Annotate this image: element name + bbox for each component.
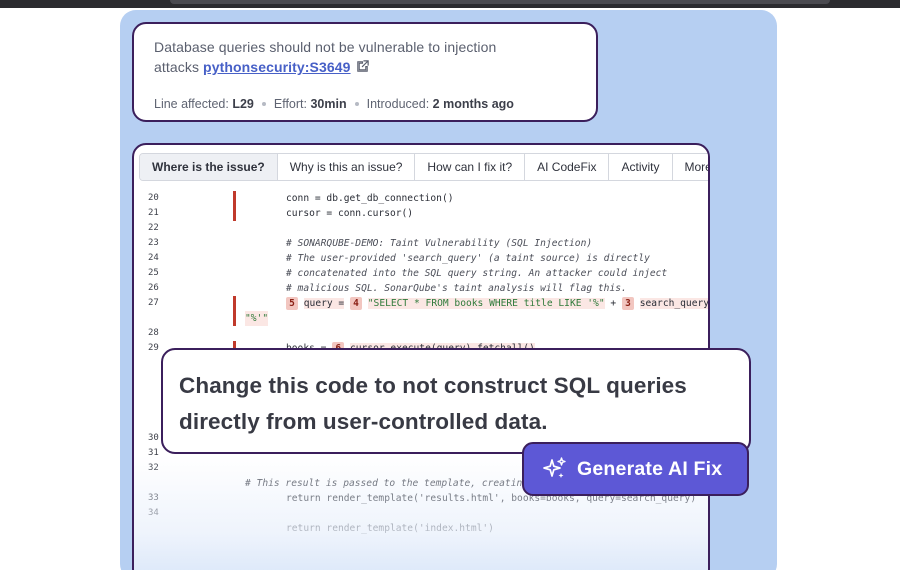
browser-top-bar (0, 0, 900, 8)
line-number: 34 (148, 508, 159, 518)
issue-gutter-marker (233, 311, 236, 326)
sparkle-icon (543, 457, 566, 478)
introduced-value: 2 months ago (432, 97, 514, 111)
issue-message-callout: Change this code to not construct SQL qu… (161, 348, 751, 454)
line-affected-value: L29 (232, 97, 254, 111)
tab-activity[interactable]: Activity (609, 154, 673, 180)
code-line: 28 (134, 326, 708, 341)
code-line: 24 # The user-provided 'search_query' (a… (134, 251, 708, 266)
tab-where-is-the-issue[interactable]: Where is the issue? (140, 154, 278, 180)
flow-step-badge-5[interactable]: 5 (286, 297, 298, 310)
code-comment: # This result is passed to the template,… (245, 478, 552, 489)
issue-title-prefix: attacks (154, 59, 204, 75)
line-number: 21 (148, 208, 159, 218)
code-line: 21 cursor = conn.cursor() (134, 206, 708, 221)
tab-ai-codefix[interactable]: AI CodeFix (525, 154, 610, 180)
line-affected-label: Line affected: (154, 97, 229, 111)
code-string: "%'" (245, 311, 269, 326)
code-string: "SELECT * FROM books WHERE title LIKE '%… (367, 298, 605, 309)
line-number: 27 (148, 298, 159, 308)
line-number: 25 (148, 268, 159, 278)
code-line: 23 # SONARQUBE-DEMO: Taint Vulnerability… (134, 236, 708, 251)
introduced-label: Introduced: (366, 97, 430, 111)
issue-gutter-marker (233, 206, 236, 221)
tab-how-can-i-fix-it[interactable]: How can I fix it? (415, 154, 526, 180)
code-line: 20 conn = db.get_db_connection() (134, 191, 708, 206)
tab-more-info[interactable]: More info (673, 154, 709, 180)
issue-message: Change this code to not construct SQL qu… (179, 368, 733, 440)
tab-why-is-this-an-issue[interactable]: Why is this an issue? (278, 154, 416, 180)
issue-summary-card: Database queries should not be vulnerabl… (132, 22, 598, 122)
issue-message-line1: Change this code to not construct SQL qu… (179, 373, 687, 398)
issue-message-line2: directly from user-controlled data. (179, 409, 548, 434)
line-number: 33 (148, 493, 159, 503)
rule-link[interactable]: pythonsecurity:S3649 (203, 59, 351, 75)
issue-title-line2: attacks pythonsecurity:S3649 (154, 57, 576, 77)
code-line-highlighted: 27 5 query = 4 "SELECT * FROM books WHER… (134, 296, 708, 311)
code-line: 34 (134, 506, 708, 521)
line-number: 24 (148, 253, 159, 263)
issue-gutter-marker (233, 296, 236, 311)
issue-meta: Line affected: L29 Effort: 30min Introdu… (154, 97, 576, 111)
effort-value: 30min (310, 97, 347, 111)
code-text: cursor = conn.cursor() (286, 208, 414, 219)
meta-separator (354, 102, 359, 106)
generate-ai-fix-button[interactable]: Generate AI Fix (522, 442, 749, 496)
line-number: 26 (148, 283, 159, 293)
flow-step-badge-3[interactable]: 3 (621, 297, 634, 310)
external-link-icon[interactable] (355, 59, 370, 74)
browser-top-bar-inner (170, 0, 830, 4)
line-number: 23 (148, 238, 159, 248)
issue-title-line1: Database queries should not be vulnerabl… (154, 39, 497, 55)
code-line: 22 (134, 221, 708, 236)
effort-label: Effort: (273, 97, 307, 111)
issue-title: Database queries should not be vulnerabl… (154, 37, 576, 77)
flow-step-badge-4[interactable]: 4 (350, 297, 362, 310)
code-token: search_query + (639, 298, 708, 309)
line-number: 28 (148, 328, 159, 338)
line-number: 20 (148, 193, 159, 203)
code-token: + (604, 298, 622, 309)
code-line: 26 # malicious SQL. SonarQube's taint an… (134, 281, 708, 296)
code-text: 5 query = 4 "SELECT * FROM books WHERE t… (286, 296, 708, 311)
code-comment: # malicious SQL. SonarQube's taint analy… (286, 283, 627, 294)
code-line: 25 # concatenated into the SQL query str… (134, 266, 708, 281)
code-text: conn = db.get_db_connection() (286, 193, 454, 204)
code-line: return render_template('index.html') (134, 521, 708, 536)
code-comment: # The user-provided 'search_query' (a ta… (286, 253, 650, 264)
line-number: 32 (148, 463, 159, 473)
line-number: 22 (148, 223, 159, 233)
generate-ai-fix-label: Generate AI Fix (577, 457, 723, 480)
code-token: query = (303, 298, 345, 309)
meta-separator (261, 102, 266, 106)
code-text: return render_template('index.html') (286, 523, 494, 534)
code-comment: # SONARQUBE-DEMO: Taint Vulnerability (S… (286, 238, 593, 249)
issue-gutter-marker (233, 191, 236, 206)
code-comment: # concatenated into the SQL query string… (286, 268, 668, 279)
code-line-continuation: "%'" (134, 311, 708, 326)
issue-tabs: Where is the issue? Why is this an issue… (139, 153, 709, 181)
